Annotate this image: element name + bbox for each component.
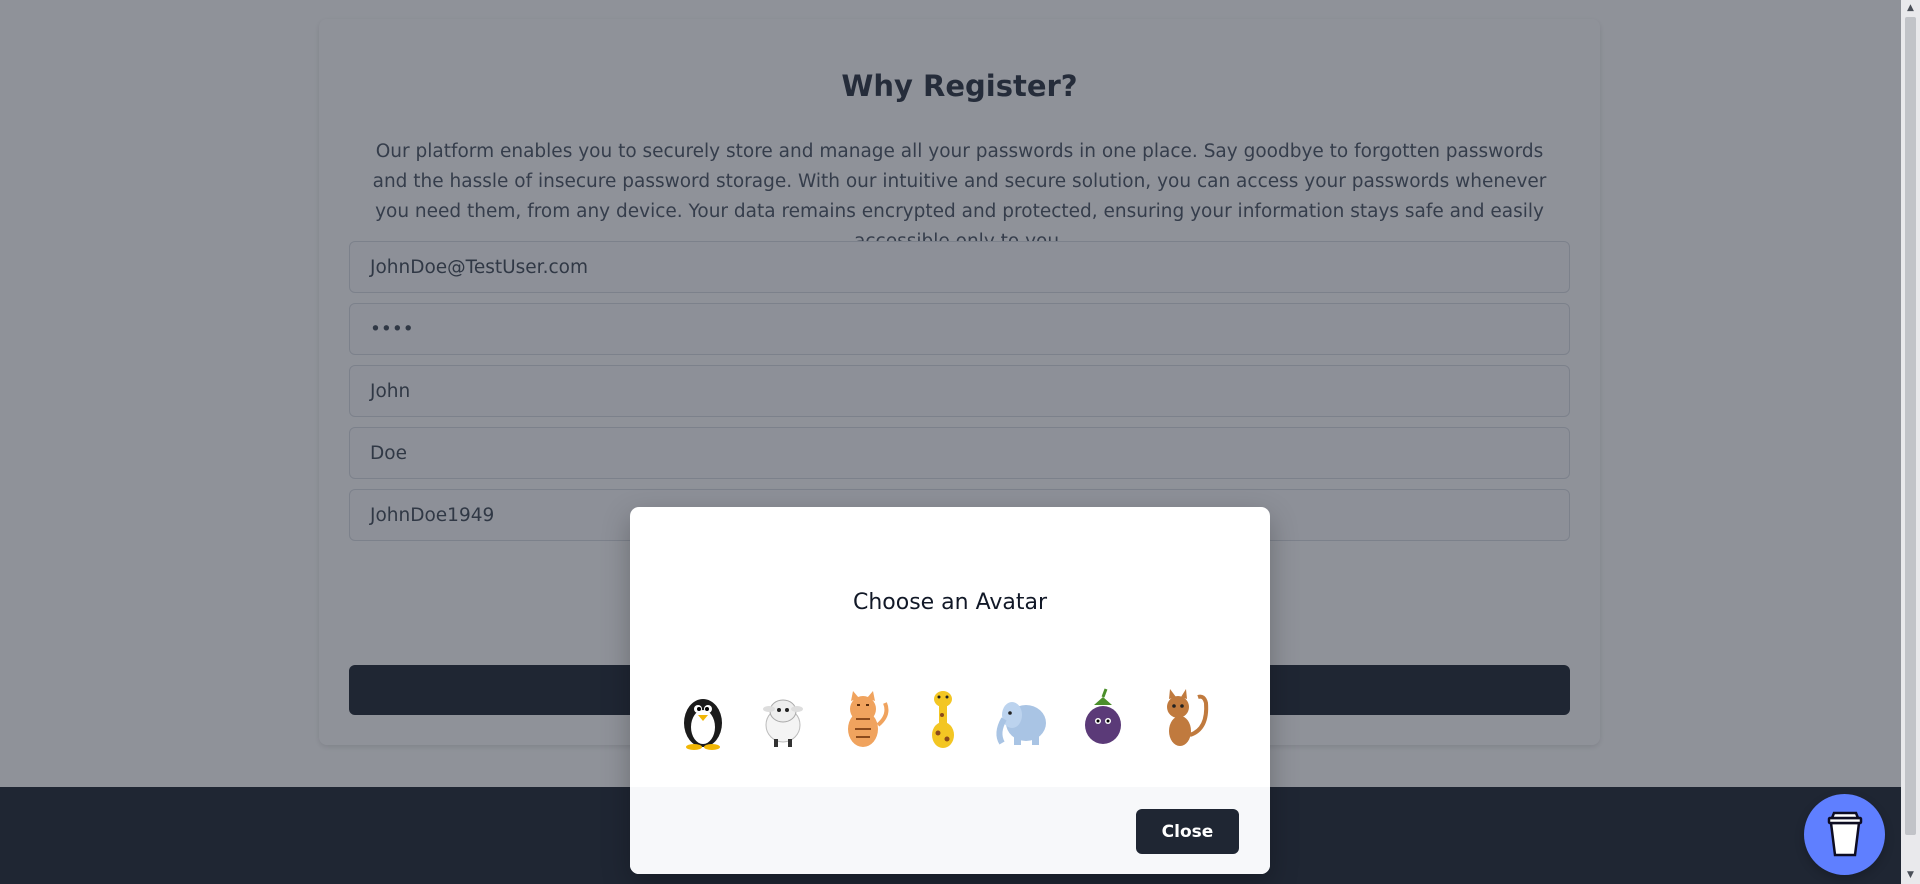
scroll-up-arrow-icon[interactable]: ▲ (1901, 0, 1920, 17)
giraffe-avatar[interactable] (910, 685, 976, 751)
scroll-thumb[interactable] (1905, 17, 1916, 835)
scroll-down-arrow-icon[interactable]: ▼ (1901, 867, 1920, 884)
coffee-button[interactable] (1804, 794, 1885, 875)
modal-footer: Close (630, 787, 1270, 874)
avatar-list (670, 685, 1230, 755)
eggplant-avatar[interactable] (1070, 685, 1136, 751)
penguin-avatar[interactable] (670, 685, 736, 751)
sheep-avatar[interactable] (750, 685, 816, 751)
coffee-cup-icon (1827, 811, 1862, 856)
cat-avatar[interactable] (1150, 685, 1216, 751)
modal-title: Choose an Avatar (852, 590, 1048, 615)
scrollbar[interactable]: ▲ ▼ (1901, 0, 1920, 884)
elephant-avatar[interactable] (990, 685, 1056, 751)
close-button[interactable]: Close (1136, 809, 1239, 854)
avatar-modal: Choose an Avatar Close (630, 507, 1270, 874)
tiger-cat-avatar[interactable] (830, 685, 896, 751)
